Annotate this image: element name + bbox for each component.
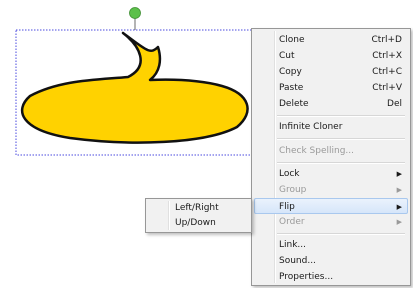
submenu-item-left-right[interactable]: Left/Right — [148, 201, 249, 216]
menu-separator — [277, 115, 405, 117]
context-menu: Clone Ctrl+D Cut Ctrl+X Copy Ctrl+C Past… — [251, 28, 411, 286]
menu-separator — [277, 233, 405, 235]
menu-item-label: Link... — [279, 240, 307, 250]
menu-item-label: Clone — [279, 35, 305, 45]
menu-item-infinite-cloner[interactable]: Infinite Cloner — [254, 119, 408, 135]
menu-item-clone[interactable]: Clone Ctrl+D — [254, 32, 408, 48]
menu-item-shortcut: Ctrl+V — [372, 83, 402, 93]
menu-item-label: Copy — [279, 67, 302, 77]
submenu-item-up-down[interactable]: Up/Down — [148, 216, 249, 231]
menu-item-flip[interactable]: Flip ▶ — [254, 198, 408, 214]
menu-item-shortcut: Ctrl+C — [372, 67, 402, 77]
menu-item-label: Cut — [279, 51, 295, 61]
menu-item-label: Left/Right — [175, 203, 219, 213]
menu-item-shortcut: Ctrl+X — [372, 51, 402, 61]
submenu-arrow-icon: ▶ — [396, 218, 402, 226]
submenu-arrow-icon: ▶ — [396, 186, 402, 194]
menu-item-label: Up/Down — [175, 218, 216, 228]
menu-item-shortcut: Ctrl+D — [371, 35, 403, 45]
submenu-arrow-icon: ▶ — [396, 203, 402, 211]
menu-item-copy[interactable]: Copy Ctrl+C — [254, 64, 408, 80]
menu-item-lock[interactable]: Lock ▶ — [254, 166, 408, 182]
menu-separator — [277, 138, 405, 140]
menu-item-properties[interactable]: Properties... — [254, 269, 408, 285]
flip-submenu: Left/Right Up/Down — [145, 198, 252, 233]
menu-item-label: Infinite Cloner — [279, 122, 343, 132]
menu-item-label: Flip — [279, 202, 295, 212]
menu-item-shortcut: Del — [387, 99, 402, 109]
submenu-arrow-icon: ▶ — [396, 170, 402, 178]
menu-item-label: Sound... — [279, 256, 316, 266]
menu-item-label: Order — [279, 217, 305, 227]
menu-separator — [277, 162, 405, 164]
menu-item-cut[interactable]: Cut Ctrl+X — [254, 48, 408, 64]
menu-item-paste[interactable]: Paste Ctrl+V — [254, 80, 408, 96]
speech-bubble-shape[interactable] — [20, 31, 249, 144]
menu-item-label: Group — [279, 185, 307, 195]
rotate-handle[interactable] — [129, 7, 141, 19]
menu-item-label: Check Spelling... — [279, 146, 355, 156]
menu-item-order[interactable]: Order ▶ — [254, 214, 408, 230]
menu-item-label: Paste — [279, 83, 304, 93]
menu-item-link[interactable]: Link... — [254, 237, 408, 253]
menu-item-label: Properties... — [279, 272, 334, 282]
menu-item-label: Lock — [279, 169, 300, 179]
menu-item-group[interactable]: Group ▶ — [254, 182, 408, 198]
menu-item-label: Delete — [279, 99, 309, 109]
menu-item-sound[interactable]: Sound... — [254, 253, 408, 269]
menu-item-check-spelling[interactable]: Check Spelling... — [254, 143, 408, 159]
menu-item-delete[interactable]: Delete Del — [254, 96, 408, 112]
